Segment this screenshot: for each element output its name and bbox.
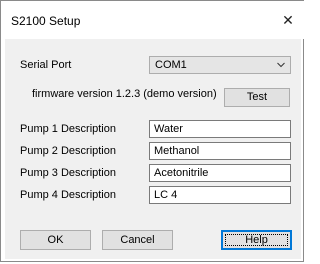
focus-rectangle — [225, 234, 288, 246]
help-button[interactable]: Help — [221, 230, 292, 250]
test-button-label: Test — [246, 91, 268, 103]
pump-2-description-field[interactable] — [149, 142, 291, 160]
chevron-down-icon — [277, 62, 285, 68]
test-button[interactable]: Test — [224, 88, 290, 107]
pump-1-description-field[interactable] — [149, 120, 291, 138]
serial-port-select[interactable]: COM1 — [149, 56, 291, 74]
cancel-button[interactable]: Cancel — [102, 230, 173, 250]
dialog-title: S2100 Setup — [11, 14, 81, 28]
setup-dialog: S2100 Setup ✕ Serial Port COM1 firmware … — [0, 0, 305, 262]
pump-1-label: Pump 1 Description — [20, 123, 116, 135]
pump-3-label: Pump 3 Description — [20, 167, 116, 179]
pump-4-description-field[interactable] — [149, 186, 291, 204]
serial-port-label: Serial Port — [20, 59, 72, 71]
title-bar[interactable]: S2100 Setup ✕ — [1, 1, 305, 39]
pump-4-label: Pump 4 Description — [20, 189, 116, 201]
dialog-body: Serial Port COM1 firmware version 1.2.3 … — [5, 39, 301, 259]
ok-button-label: OK — [47, 234, 64, 246]
close-button[interactable]: ✕ — [277, 9, 299, 31]
cancel-button-label: Cancel — [120, 234, 155, 246]
close-icon: ✕ — [282, 12, 294, 28]
pump-3-description-field[interactable] — [149, 164, 291, 182]
serial-port-value: COM1 — [155, 59, 187, 71]
firmware-version-text: firmware version 1.2.3 (demo version) — [32, 88, 217, 100]
ok-button[interactable]: OK — [20, 230, 91, 250]
pump-2-label: Pump 2 Description — [20, 145, 116, 157]
